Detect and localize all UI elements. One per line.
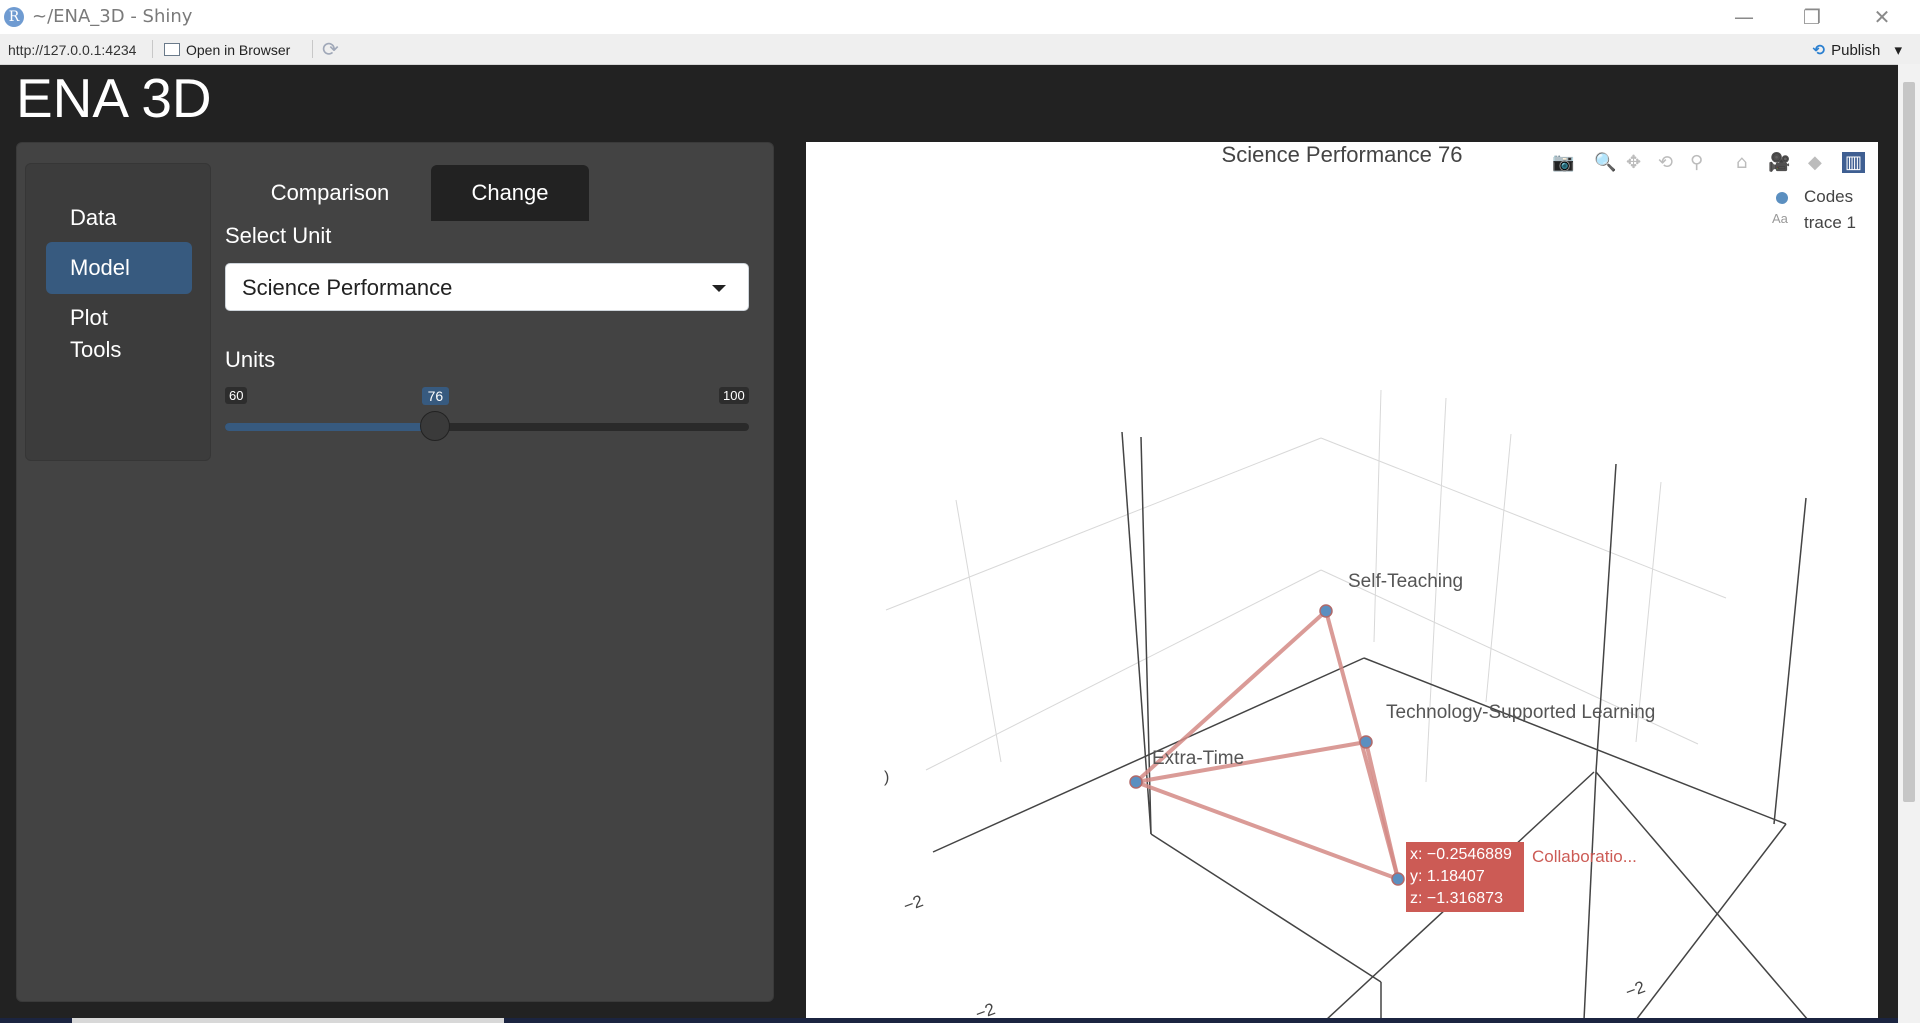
chevron-down-icon <box>712 285 726 292</box>
camera-icon[interactable]: 📷 <box>1552 152 1574 173</box>
restore-button[interactable]: ❐ <box>1784 2 1840 32</box>
legend-label: trace 1 <box>1804 213 1856 232</box>
select-unit-value: Science Performance <box>242 275 453 300</box>
url-text[interactable]: http://127.0.0.1:4234 <box>8 42 136 58</box>
point-label: Extra-Time <box>1152 748 1244 769</box>
legend-label: Codes <box>1804 187 1854 206</box>
nav-pill-label: Model <box>70 255 130 280</box>
select-unit-label: Select Unit <box>225 223 332 248</box>
plot-area[interactable]: Self-Teaching Technology-Supported Learni… <box>806 142 1878 1020</box>
network-edge <box>1135 780 1399 881</box>
units-label: Units <box>225 347 276 372</box>
code-point[interactable] <box>1391 872 1405 886</box>
camera-view-icon[interactable]: 🎥 <box>1768 152 1790 173</box>
slider-fill <box>225 423 435 431</box>
legend-font-icon: Aa <box>1772 211 1788 226</box>
slider-handle[interactable] <box>419 411 450 441</box>
publish-label: Publish <box>1831 42 1881 59</box>
window-title: ~/ENA_3D - Shiny <box>32 6 193 27</box>
axis-tick-label: −2 <box>1623 977 1648 1001</box>
hover-x: x: −0.2546889 <box>1410 846 1512 863</box>
orbit-icon[interactable]: ⟲ <box>1658 152 1673 173</box>
legend-marker <box>1776 192 1788 204</box>
window-titlebar: R ~/ENA_3D - Shiny — ❐ ✕ <box>0 0 1920 34</box>
units-slider[interactable] <box>225 411 749 441</box>
sidebar-panel: Data Model Plot Tools Comparison Change … <box>16 142 774 1002</box>
hover-tooltip: x: −0.2546889 y: 1.18407 z: −1.316873 <box>1406 842 1524 912</box>
slider-max-label: 100 <box>719 387 749 404</box>
minimize-button[interactable]: — <box>1716 2 1772 32</box>
horizontal-scrollbar[interactable] <box>0 1018 1898 1023</box>
select-unit-dropdown[interactable]: Science Performance <box>225 263 749 311</box>
hover-y: y: 1.18407 <box>1410 868 1485 885</box>
code-point[interactable] <box>1129 775 1143 789</box>
vertical-scrollbar[interactable] <box>1898 64 1920 1023</box>
tag-icon[interactable]: ◆ <box>1808 152 1822 173</box>
publish-button[interactable]: ⟲ Publish ▾ <box>1813 41 1902 59</box>
network-edge <box>1364 741 1400 880</box>
scrollbar-thumb[interactable] <box>1903 82 1915 802</box>
publish-icon: ⟲ <box>1812 41 1826 59</box>
nav-pill-plot-tools[interactable]: Plot Tools <box>46 298 192 370</box>
tab-change[interactable]: Change <box>431 165 589 221</box>
scrollbar-thumb[interactable] <box>72 1018 504 1023</box>
open-in-browser-label: Open in Browser <box>186 42 291 58</box>
axis-tick-label: −2 <box>973 999 998 1020</box>
divider <box>312 40 313 58</box>
modebar: 📷 🔍 ✥ ⟲ ⚲ ⌂ 🎥 ◆ ▥ <box>1552 152 1872 176</box>
tab-comparison[interactable]: Comparison <box>225 165 435 221</box>
point-label: Technology-Supported Learning <box>1386 702 1655 723</box>
code-point[interactable] <box>1359 735 1373 749</box>
slider-min-label: 60 <box>225 387 248 404</box>
chart-marks[interactable]: Self-Teaching Technology-Supported Learni… <box>806 142 1878 1020</box>
address-bar: http://127.0.0.1:4234 Open in Browser ⟳ … <box>0 34 1920 65</box>
window-icon <box>164 43 180 56</box>
pan-icon[interactable]: ✥ <box>1626 152 1641 173</box>
close-button[interactable]: ✕ <box>1854 2 1910 32</box>
point-label: Self-Teaching <box>1348 571 1463 592</box>
nav-pill-label: Data <box>70 205 117 230</box>
axis-tick-label: ) <box>884 769 889 786</box>
home-icon[interactable]: ⌂ <box>1736 152 1747 173</box>
legend-item-trace1[interactable]: Aa trace 1 <box>1764 211 1856 238</box>
app-title: ENA 3D <box>16 67 212 129</box>
divider <box>152 40 153 58</box>
code-point[interactable] <box>1319 604 1333 618</box>
open-in-browser-button[interactable]: Open in Browser <box>164 42 290 58</box>
zoom-icon[interactable]: 🔍 <box>1594 152 1616 173</box>
nav-pill-model[interactable]: Model <box>46 242 192 294</box>
hover-name: Collaboratio... <box>1532 847 1637 866</box>
hover-z: z: −1.316873 <box>1410 890 1503 907</box>
plotly-logo-icon[interactable]: ▥ <box>1842 152 1866 173</box>
turntable-icon[interactable]: ⚲ <box>1690 152 1703 173</box>
r-logo-icon: R <box>4 7 24 27</box>
nav-pill-data[interactable]: Data <box>46 198 192 238</box>
publish-caret-icon[interactable]: ▾ <box>1894 42 1902 59</box>
nav-pill-label: Plot Tools <box>70 305 122 362</box>
axis-tick-label: −2 <box>901 891 926 915</box>
slider-value-label: 76 <box>421 387 450 405</box>
nav-pills: Data Model Plot Tools <box>25 163 211 461</box>
refresh-icon[interactable]: ⟳ <box>322 37 339 61</box>
legend: Codes Aa trace 1 <box>1764 186 1856 238</box>
